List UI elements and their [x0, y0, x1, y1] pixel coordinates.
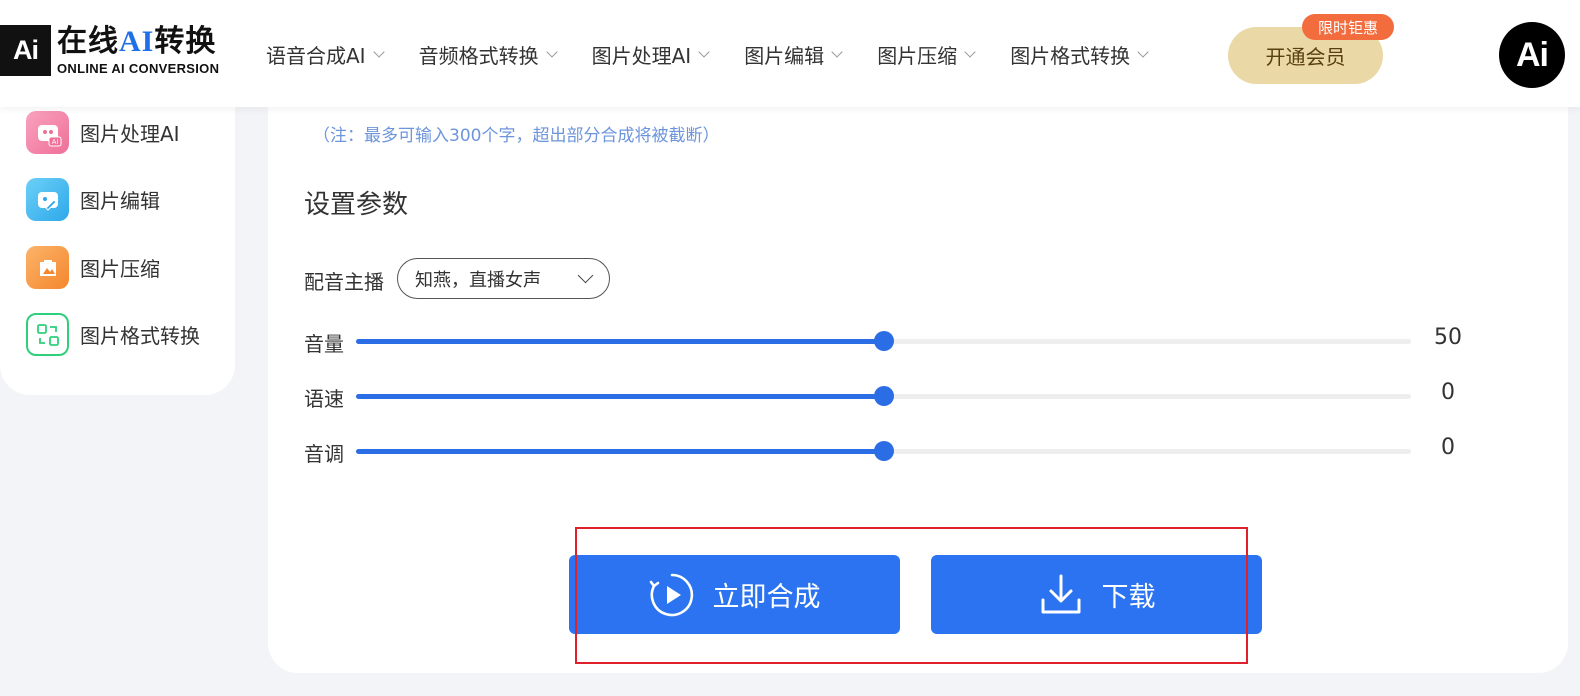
voice-select-value: 知燕，直播女声 [415, 269, 541, 291]
nav-image-edit[interactable]: 图片编辑 [744, 38, 843, 70]
sidebar-item-image-ai[interactable]: AI 图片处理AI [26, 111, 180, 154]
nav-audio-format-convert[interactable]: 音频格式转换 [419, 38, 558, 70]
slider-value: 0 [1441, 435, 1455, 460]
image-convert-icon [26, 313, 69, 356]
chevron-down-icon [698, 45, 710, 58]
slider-label: 音调 [304, 442, 344, 466]
slider-value: 50 [1434, 325, 1462, 350]
image-compress-icon [26, 246, 69, 289]
speed-slider[interactable] [356, 386, 1411, 406]
slider-thumb[interactable] [873, 386, 894, 406]
sidebar: AI 图片处理AI 图片编辑 图片压缩 图片格式转换 [0, 80, 235, 395]
logo-title: 在线AI转换 [57, 23, 217, 59]
chevron-down-icon [545, 45, 558, 58]
pitch-slider-row: 音调 0 [304, 430, 1484, 470]
promo-badge: 限时钜惠 [1302, 14, 1394, 40]
image-edit-icon [26, 178, 69, 221]
chevron-down-icon [1137, 45, 1149, 58]
slider-label: 音量 [304, 332, 344, 356]
voice-label: 配音主播 [304, 270, 384, 294]
voice-select[interactable]: 知燕，直播女声 [397, 258, 610, 299]
sidebar-item-image-edit[interactable]: 图片编辑 [26, 178, 160, 221]
pitch-slider[interactable] [356, 441, 1411, 461]
logo-mark: Ai [0, 24, 51, 76]
user-avatar[interactable]: Ai [1499, 22, 1565, 88]
sidebar-item-label: 图片格式转换 [80, 324, 200, 348]
slider-fill [356, 449, 884, 454]
nav-speech-synthesis-ai[interactable]: 语音合成AI [266, 38, 385, 70]
chevron-down-icon [372, 45, 385, 58]
chevron-down-icon [964, 45, 976, 58]
nav-image-format-convert[interactable]: 图片格式转换 [1010, 38, 1149, 70]
sidebar-item-label: 图片压缩 [80, 257, 160, 281]
svg-text:AI: AI [51, 139, 58, 146]
image-ai-icon: AI [26, 111, 69, 154]
play-circle-icon [649, 573, 693, 616]
logo-subtitle: ONLINE AI CONVERSION [57, 60, 220, 76]
slider-thumb[interactable] [873, 441, 894, 461]
chevron-down-icon [831, 45, 843, 58]
slider-fill [356, 394, 884, 399]
download-button[interactable]: 下载 [931, 555, 1262, 634]
volume-slider-row: 音量 50 [304, 320, 1484, 360]
top-header: Ai 在线AI转换 ONLINE AI CONVERSION 语音合成AI 音频… [0, 0, 1580, 107]
site-logo[interactable]: Ai 在线AI转换 ONLINE AI CONVERSION [0, 20, 219, 80]
download-label: 下载 [1101, 582, 1156, 613]
section-title: 设置参数 [304, 190, 409, 220]
sidebar-item-image-compress[interactable]: 图片压缩 [26, 246, 160, 289]
main-nav: 语音合成AI 音频格式转换 图片处理AI 图片编辑 图片压缩 图片格式转换 [266, 38, 1183, 70]
slider-fill [356, 339, 884, 344]
synthesize-label: 立即合成 [712, 582, 821, 613]
nav-image-compress[interactable]: 图片压缩 [877, 38, 976, 70]
volume-slider[interactable] [356, 331, 1411, 351]
slider-label: 语速 [304, 387, 344, 411]
download-icon [1041, 574, 1080, 613]
chevron-down-icon [577, 267, 594, 284]
input-limit-note: （注：最多可输入300个字，超出部分合成将被截断） [313, 126, 720, 146]
sidebar-item-label: 图片编辑 [80, 189, 160, 213]
nav-image-processing-ai[interactable]: 图片处理AI [592, 38, 710, 70]
sidebar-item-label: 图片处理AI [80, 122, 180, 146]
synthesize-button[interactable]: 立即合成 [569, 555, 900, 634]
speed-slider-row: 语速 0 [304, 375, 1484, 415]
sidebar-item-image-format-convert[interactable]: 图片格式转换 [26, 313, 200, 356]
slider-thumb[interactable] [873, 331, 894, 351]
slider-value: 0 [1441, 380, 1455, 405]
